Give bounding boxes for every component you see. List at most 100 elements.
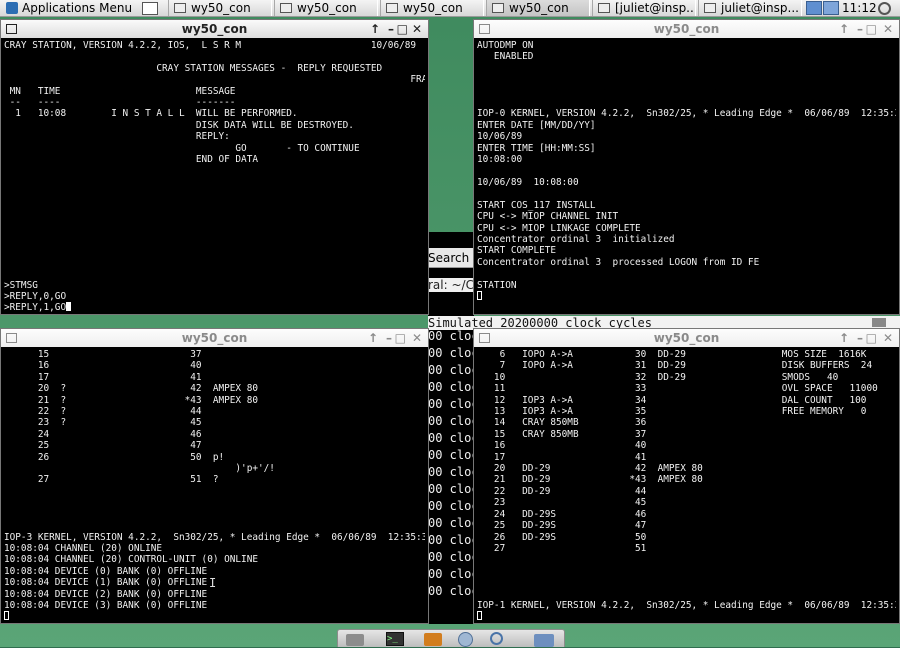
terminal-window-top-left[interactable]: wy50_con ↑ – □ ✕ CRAY STATION, VERSION 4… [0,19,429,315]
move-up-icon[interactable]: ↑ [839,329,849,347]
window-icon [174,3,186,13]
maximize-button[interactable]: □ [866,20,877,38]
panel-clock[interactable]: 11:12 [842,0,876,16]
terminal-line: Concentrator ordinal 3 initialized [477,233,675,245]
terminal-line: 10:08:00 [477,154,523,166]
power-icon [878,2,891,15]
clock-line: 00 cloc [428,346,474,360]
taskbar-item-wy50-con-1[interactable]: wy50_con [168,0,272,16]
terminal-line: 20 DD-29 42 AMPEX 80 [477,463,703,475]
web-browser-icon[interactable] [458,632,478,648]
close-button[interactable]: ✕ [883,20,893,38]
terminal-line: 25 DD-29S 47 [477,520,647,532]
folder-icon[interactable] [534,632,554,648]
close-button[interactable]: ✕ [883,329,893,347]
maximize-button[interactable]: □ [395,329,406,347]
workspace-1[interactable] [806,1,822,15]
close-button[interactable]: ✕ [412,329,422,347]
terminal-line: STATION [477,279,517,291]
mouse-ibeam-cursor: I [209,576,217,590]
text-cursor [66,302,72,312]
move-up-icon[interactable]: ↑ [368,329,378,347]
terminal-line: 7 IOPO A->A 31 DD-29 DISK BUFFERS 24 [477,360,873,372]
terminal-line: >REPLY,1,GO [4,302,425,312]
terminal-line: ENTER DATE [MM/DD/YY] [477,119,596,131]
applications-menu-icon [6,2,18,14]
taskbar-item-wy50-con-3[interactable]: wy50_con [380,0,484,16]
search-menu[interactable]: Search [428,248,474,268]
window-title: wy50_con [181,22,248,36]
minimize-button[interactable]: – [388,20,394,38]
terminal-line: 23 ? 45 [4,417,202,429]
file-manager-icon[interactable] [346,632,366,648]
maximize-button[interactable]: □ [397,20,408,38]
terminal-line: 26 DD-29S 50 [477,531,647,543]
maximize-button[interactable]: □ [866,329,877,347]
taskbar-item-juliet-1[interactable]: [juliet@insp... [592,0,696,16]
terminal-line: FRAME 0 [4,74,425,86]
terminal-line: 11 33 OVL SPACE 11000 [477,383,878,395]
applications-menu[interactable]: Applications Menu [6,0,140,16]
terminal-window-top-right[interactable]: wy50_con ↑ – □ ✕ AUTODMP ON ENABLED IOP-… [473,19,900,315]
terminal-line: 24 46 [4,428,202,440]
terminal-line: 22 ? 44 [4,406,202,418]
background-window-title: ral: ~/C [428,278,474,292]
text-cursor [477,611,482,621]
window-icon [280,3,292,13]
terminal-line: 15 CRAY 850MB 37 [477,428,647,440]
scrollbar-thumb[interactable] [872,318,886,327]
terminal-output[interactable]: CRAY STATION, VERSION 4.2.2, IOS, L S R … [4,40,425,312]
terminal-line: 10/06/89 [477,131,523,143]
minimize-button[interactable]: – [857,329,863,347]
terminal-line: 26 50 p! [4,451,225,463]
search-icon[interactable] [490,632,510,648]
workspace-switcher[interactable] [806,0,840,16]
window-icon [492,3,504,13]
terminal-window-bottom-right[interactable]: wy50_con ↑ – □ ✕ 6 IOPO A->A 30 DD-29 MO… [473,328,900,624]
terminal-line: -- ---- ------- [4,97,236,109]
workspace-2[interactable] [823,1,839,15]
minimize-button[interactable]: – [386,329,392,347]
move-up-icon[interactable]: ↑ [839,20,849,38]
terminal-launcher-icon[interactable]: >_ [386,632,406,648]
taskbar-item-label: wy50_con [297,1,357,15]
terminal-line: 12 IOP3 A->A 34 DAL COUNT 100 [477,394,867,406]
terminal-output[interactable]: AUTODMP ON ENABLED IOP-0 KERNEL, VERSION… [477,40,896,312]
terminal-line: >STMSG [4,279,38,291]
show-desktop-button[interactable] [142,0,164,16]
terminal-output[interactable]: 6 IOPO A->A 30 DD-29 MOS SIZE 1616K 7 IO… [477,349,896,621]
terminal-line: CRAY STATION, VERSION 4.2.2, IOS, L S R … [4,40,417,51]
title-bar[interactable]: wy50_con ↑ – □ ✕ [1,329,428,347]
clock-line: 00 cloc [428,482,474,496]
home-folder-icon[interactable] [424,632,444,648]
minimize-button[interactable]: – [857,20,863,38]
title-bar[interactable]: wy50_con ↑ – □ ✕ [1,20,428,38]
title-bar[interactable]: wy50_con ↑ – □ ✕ [474,329,899,347]
taskbar-item-wy50-con-2[interactable]: wy50_con [274,0,378,16]
close-button[interactable]: ✕ [412,20,422,38]
clock-line: 00 cloc [428,448,474,462]
text-cursor [477,290,482,300]
move-up-icon[interactable]: ↑ [370,20,380,38]
clock-line: 00 cloc [428,567,474,581]
text-cursor [4,611,9,621]
terminal-line: 13 IOP3 A->A 35 FREE MEMORY 0 [477,406,867,418]
clock-cycle-output: 00 cloc 00 cloc 00 cloc 00 cloc 00 cloc 00 cl… [428,328,474,600]
taskbar-item-wy50-con-4[interactable]: wy50_con [486,0,590,16]
title-bar[interactable]: wy50_con ↑ – □ ✕ [474,20,899,38]
taskbar-item-juliet-2[interactable]: juliet@insp... [698,0,802,16]
terminal-line: 16 40 [477,440,647,452]
logout-button[interactable] [878,0,900,16]
terminal-line: 10:08:04 CHANNEL (20) ONLINE [4,542,163,554]
terminal-line: 10:08:04 DEVICE (2) BANK (0) OFFLINE [4,588,208,600]
